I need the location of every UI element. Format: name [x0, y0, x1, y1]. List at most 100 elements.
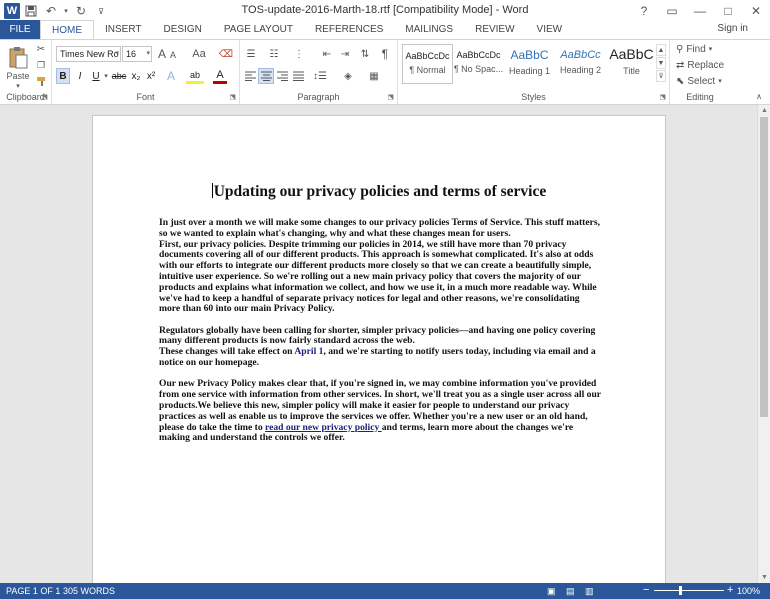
text-effects-button[interactable]: A — [164, 68, 178, 84]
paragraph-1[interactable]: In just over a month we will make some c… — [159, 217, 603, 315]
style-title[interactable]: AaBbC Title — [606, 44, 657, 84]
font-launcher-icon[interactable]: ⬔ — [229, 93, 236, 101]
font-size-combo[interactable]: 16 ▾ — [122, 46, 152, 62]
format-painter-icon[interactable] — [34, 74, 48, 88]
paragraph-3[interactable]: Our new Privacy Policy makes clear that,… — [159, 378, 603, 444]
font-color-button[interactable]: A — [213, 68, 227, 84]
ribbon: Paste ▾ ✂ ❐ Clipboard ⬔ Times New Ro ▾ 16… — [0, 39, 770, 105]
replace-icon: ⇄ — [676, 59, 685, 71]
document-page[interactable]: Updating our privacy policies and terms … — [92, 115, 666, 583]
styles-group-label: Styles — [521, 92, 546, 102]
tab-mailings[interactable]: MAILINGS — [394, 20, 464, 39]
styles-scroll-down-icon[interactable]: ▼ — [656, 57, 666, 69]
strikethrough-button[interactable]: abc — [110, 68, 128, 84]
zoom-level[interactable]: 100% — [737, 586, 760, 596]
tab-insert[interactable]: INSERT — [94, 20, 153, 39]
highlight-button[interactable]: ab — [186, 68, 204, 84]
page-count[interactable]: PAGE 1 OF 1 — [6, 586, 60, 596]
styles-launcher-icon[interactable]: ⬔ — [659, 93, 666, 101]
styles-group: AaBbCcDc ¶ Normal AaBbCcDc ¶ No Spac... … — [398, 40, 670, 104]
find-button[interactable]: ⚲ Find ▾ — [676, 42, 728, 56]
word-count[interactable]: 305 WORDS — [63, 586, 115, 596]
april-date-text: April 1 — [294, 346, 324, 358]
sort-icon[interactable]: ⇅ — [357, 46, 373, 62]
subscript-button[interactable]: x₂ — [129, 68, 143, 84]
borders-icon[interactable]: ▦ — [364, 68, 384, 84]
scroll-down-icon[interactable]: ▼ — [761, 574, 768, 581]
privacy-policy-link[interactable]: read our new privacy policy — [265, 422, 382, 433]
font-name-combo[interactable]: Times New Ro ▾ — [56, 46, 121, 62]
window-controls: ? ▭ — □ ✕ — [630, 0, 770, 22]
underline-button[interactable]: U — [89, 68, 103, 84]
scroll-up-icon[interactable]: ▲ — [761, 107, 768, 114]
line-spacing-icon[interactable]: ↕☰ — [310, 68, 330, 84]
align-left-icon[interactable] — [242, 68, 258, 84]
italic-button[interactable]: I — [73, 68, 87, 84]
shrink-font-button[interactable]: A — [168, 48, 178, 62]
document-area[interactable]: Updating our privacy policies and terms … — [0, 105, 757, 583]
paragraph-2[interactable]: Regulators globally have been calling fo… — [159, 325, 603, 369]
scroll-thumb[interactable] — [760, 117, 768, 417]
tab-home[interactable]: HOME — [40, 20, 94, 39]
vertical-scrollbar[interactable]: ▲ ▼ — [757, 105, 770, 583]
superscript-button[interactable]: x² — [144, 68, 158, 84]
increase-indent-icon[interactable]: ⇥ — [337, 46, 353, 62]
document-heading[interactable]: Updating our privacy policies and terms … — [93, 183, 665, 201]
tab-references[interactable]: REFERENCES — [304, 20, 394, 39]
select-button[interactable]: ⬉ Select ▾ — [676, 74, 728, 88]
tab-design[interactable]: DESIGN — [153, 20, 213, 39]
ribbon-display-icon[interactable]: ▭ — [658, 0, 686, 22]
document-body[interactable]: In just over a month we will make some c… — [159, 217, 603, 455]
read-mode-icon[interactable]: ▣ — [547, 586, 556, 597]
zoom-slider[interactable] — [654, 590, 724, 591]
grow-font-button[interactable]: A — [156, 46, 168, 62]
minimize-icon[interactable]: — — [686, 0, 714, 22]
copy-icon[interactable]: ❐ — [34, 58, 48, 72]
collapse-ribbon-icon[interactable]: ∧ — [752, 90, 766, 102]
paste-dropdown-icon[interactable]: ▾ — [8, 82, 28, 90]
tab-review[interactable]: REVIEW — [464, 20, 525, 39]
style-heading-2[interactable]: AaBbCc Heading 2 — [555, 44, 606, 84]
align-right-icon[interactable] — [274, 68, 290, 84]
select-arrow-icon: ⬉ — [676, 75, 685, 87]
clipboard-launcher-icon[interactable]: ⬔ — [41, 93, 48, 101]
clear-formatting-icon[interactable]: ⌫ — [218, 46, 234, 62]
paste-button-label[interactable]: Paste — [2, 70, 34, 82]
paragraph-launcher-icon[interactable]: ⬔ — [387, 93, 394, 101]
styles-scroll-up-icon[interactable]: ▲ — [656, 44, 666, 56]
replace-button[interactable]: ⇄ Replace — [676, 58, 728, 72]
paste-icon[interactable] — [4, 44, 32, 70]
align-center-icon[interactable] — [258, 68, 274, 84]
tab-view[interactable]: VIEW — [526, 20, 574, 39]
editing-group-label: Editing — [686, 92, 714, 102]
show-formatting-button[interactable]: ¶ — [377, 46, 393, 62]
style-no-spacing[interactable]: AaBbCcDc ¶ No Spac... — [453, 44, 504, 84]
sign-in-link[interactable]: Sign in — [717, 23, 748, 34]
maximize-icon[interactable]: □ — [714, 0, 742, 22]
tab-file[interactable]: FILE — [0, 20, 40, 39]
tab-page-layout[interactable]: PAGE LAYOUT — [213, 20, 304, 39]
help-icon[interactable]: ? — [630, 0, 658, 22]
zoom-in-button[interactable]: + — [727, 584, 733, 596]
numbering-icon[interactable]: ☷ — [265, 46, 283, 62]
decrease-indent-icon[interactable]: ⇤ — [319, 46, 335, 62]
shading-icon[interactable]: ◈ — [338, 68, 358, 84]
zoom-slider-thumb[interactable] — [679, 586, 682, 595]
clipboard-group: Paste ▾ ✂ ❐ Clipboard ⬔ — [0, 40, 52, 104]
multilevel-list-icon[interactable]: ⋮ — [290, 46, 308, 62]
paragraph-group-label: Paragraph — [297, 92, 340, 102]
justify-icon[interactable] — [290, 68, 306, 84]
bold-button[interactable]: B — [56, 68, 70, 84]
style-normal[interactable]: AaBbCcDc ¶ Normal — [402, 44, 453, 84]
zoom-out-button[interactable]: − — [643, 584, 649, 596]
underline-dropdown-icon[interactable]: ▾ — [102, 68, 110, 84]
change-case-button[interactable]: Aa — [190, 46, 208, 62]
bullets-icon[interactable]: ☰ — [242, 46, 260, 62]
print-layout-icon[interactable]: ▤ — [566, 586, 575, 597]
style-heading-1[interactable]: AaBbC Heading 1 — [504, 44, 555, 84]
styles-more-icon[interactable]: ⊽ — [656, 70, 666, 82]
web-layout-icon[interactable]: ▥ — [585, 586, 594, 597]
close-icon[interactable]: ✕ — [742, 0, 770, 22]
ribbon-tabs: FILE HOME INSERT DESIGN PAGE LAYOUT REFE… — [0, 20, 770, 39]
cut-icon[interactable]: ✂ — [34, 42, 48, 56]
